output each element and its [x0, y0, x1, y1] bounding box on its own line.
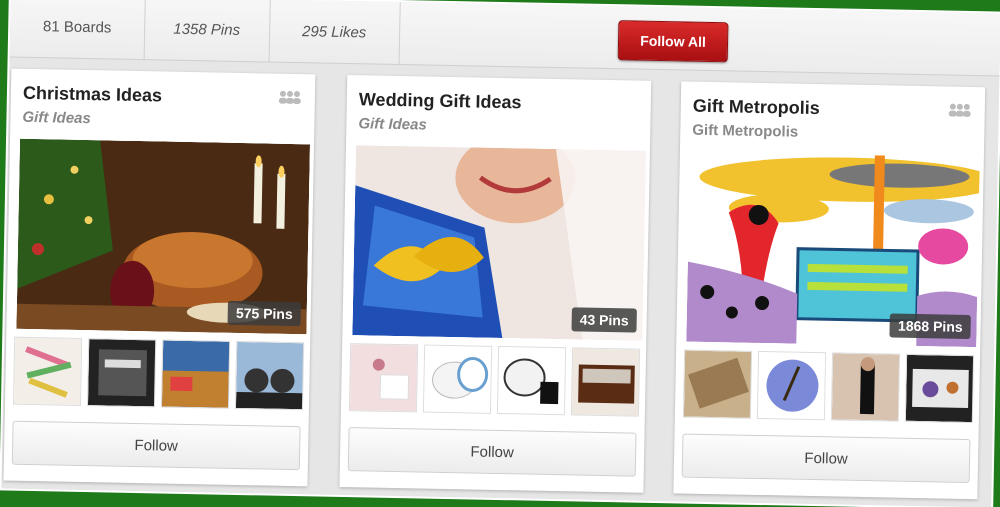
board-thumbnails [682, 349, 975, 424]
pin-count-badge: 575 Pins [227, 300, 301, 327]
thumbnail-image[interactable] [496, 345, 567, 416]
profile-stats-bar: 81 Boards 1358 Pins 295 Likes Follow All [9, 0, 1000, 77]
pinterest-profile-panel: 81 Boards 1358 Pins 295 Likes Follow All… [1, 0, 1000, 507]
group-icon [277, 90, 303, 105]
thumbnail-image[interactable] [12, 336, 83, 406]
thumbnail-image[interactable] [422, 344, 493, 414]
board-title[interactable]: Wedding Gift Ideas [359, 89, 522, 113]
board-title[interactable]: Gift Metropolis [693, 96, 820, 119]
board-cover-image[interactable]: 1868 Pins [686, 151, 980, 348]
boards-count-tab[interactable]: 81 Boards [9, 0, 146, 60]
board-thumbnails [348, 343, 641, 417]
board-card-christmas-ideas[interactable]: Christmas Ideas Gift Ideas 575 Pins Foll… [3, 68, 316, 487]
group-icon [947, 103, 973, 117]
thumbnail-image[interactable] [86, 338, 157, 408]
follow-button[interactable]: Follow [681, 433, 971, 484]
board-category: Gift Ideas [358, 115, 427, 134]
thumbnail-image[interactable] [756, 350, 827, 421]
thumbnail-image[interactable] [830, 352, 901, 422]
follow-all-button[interactable]: Follow All [617, 20, 729, 63]
thumbnail-image[interactable] [570, 347, 641, 417]
pin-count-badge: 1868 Pins [889, 313, 971, 340]
board-cover-image[interactable]: 43 Pins [352, 145, 646, 341]
board-thumbnails [12, 336, 305, 411]
pins-count-tab[interactable]: 1358 Pins [143, 0, 271, 62]
board-cover-image[interactable]: 575 Pins [16, 138, 311, 335]
thumbnail-image[interactable] [904, 353, 975, 424]
thumbnail-image[interactable] [234, 340, 305, 411]
thumbnail-image[interactable] [160, 339, 231, 409]
thumbnail-image[interactable] [348, 343, 419, 413]
board-card-gift-metropolis[interactable]: Gift Metropolis Gift Metropolis 1868 Pin… [673, 81, 986, 500]
likes-count-tab[interactable]: 295 Likes [268, 0, 401, 65]
board-title[interactable]: Christmas Ideas [23, 83, 162, 107]
board-category: Gift Metropolis [692, 121, 799, 141]
follow-button[interactable]: Follow [11, 420, 301, 471]
thumbnail-image[interactable] [682, 349, 753, 419]
follow-button[interactable]: Follow [347, 427, 637, 477]
board-card-wedding-gift-ideas[interactable]: Wedding Gift Ideas Gift Ideas 43 Pins Fo… [339, 75, 652, 493]
pin-count-badge: 43 Pins [571, 307, 637, 333]
board-category: Gift Ideas [22, 108, 91, 128]
